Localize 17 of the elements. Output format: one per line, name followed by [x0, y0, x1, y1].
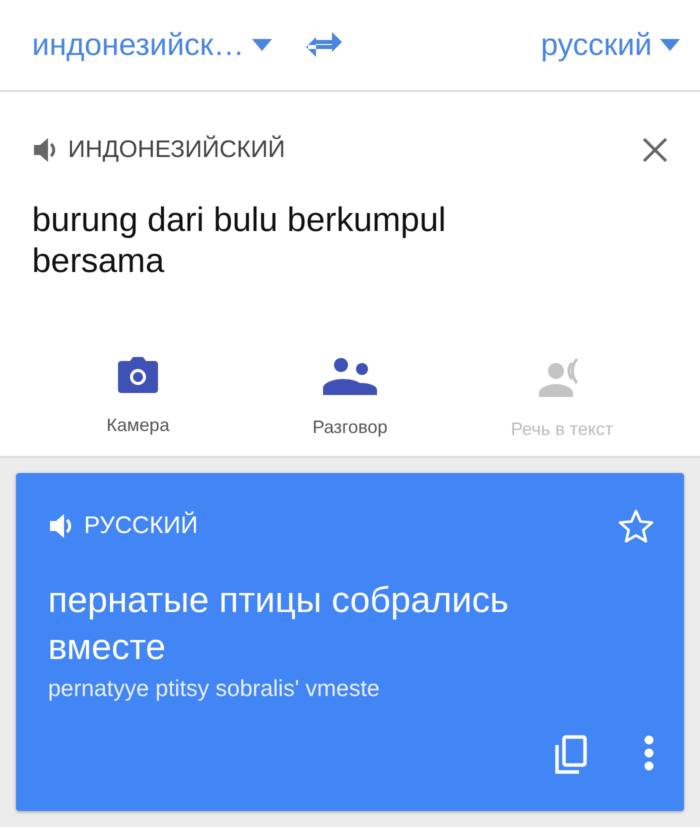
source-text[interactable]: burung dari bulu berkumpul bersama	[32, 200, 562, 282]
target-language-label: РУССКИЙ	[84, 512, 198, 540]
tool-button[interactable]: Камера	[32, 357, 244, 440]
star-button[interactable]	[618, 509, 654, 543]
camera-icon	[117, 357, 159, 393]
caret-icon	[252, 39, 272, 51]
people-icon	[323, 357, 377, 395]
translated-text: пернатые птицы собрались вместе	[48, 578, 510, 669]
target-language-dropdown[interactable]: русский	[540, 27, 680, 63]
source-language-label: ИНДОНЕЗИЙСКИЙ	[68, 136, 286, 164]
close-button[interactable]	[642, 137, 668, 163]
copy-button[interactable]	[554, 735, 588, 775]
swap-button[interactable]	[306, 32, 342, 58]
tool-button[interactable]: Разговор	[244, 357, 456, 440]
transliteration-text: pernatyye ptitsy sobralis' vmeste	[48, 674, 381, 702]
source-language-dropdown[interactable]: индонезийск…	[32, 27, 272, 63]
caret-icon	[660, 39, 680, 51]
